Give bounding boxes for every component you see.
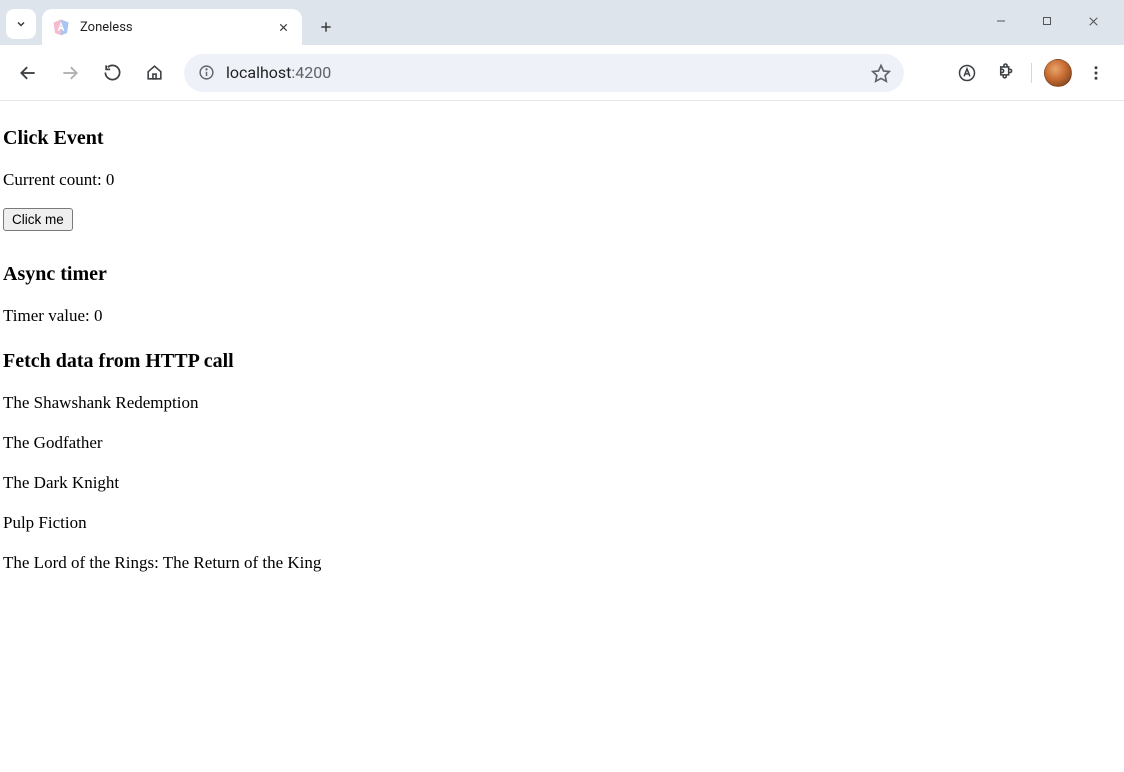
- toolbar-actions: [949, 55, 1114, 91]
- star-icon: [871, 63, 891, 83]
- count-prefix: Current count:: [3, 170, 106, 189]
- home-button[interactable]: [136, 55, 172, 91]
- bookmark-button[interactable]: [870, 62, 892, 84]
- window-maximize-button[interactable]: [1024, 5, 1070, 37]
- section-heading-click: Click Event: [3, 127, 1121, 150]
- url-host: localhost: [226, 63, 291, 82]
- new-tab-button[interactable]: [312, 13, 340, 41]
- chrome-menu-button[interactable]: [1078, 55, 1114, 91]
- info-icon: [198, 64, 215, 81]
- minimize-icon: [995, 15, 1007, 27]
- extension-icon: [996, 63, 1015, 82]
- current-count-text: Current count: 0: [3, 170, 1121, 190]
- reload-button[interactable]: [94, 55, 130, 91]
- timer-value: 0: [94, 306, 103, 325]
- kebab-icon: [1087, 64, 1105, 82]
- maximize-icon: [1041, 15, 1053, 27]
- reload-icon: [103, 63, 122, 82]
- close-icon: [278, 22, 289, 33]
- section-heading-fetch: Fetch data from HTTP call: [3, 350, 1121, 373]
- list-item: Pulp Fiction: [3, 513, 1121, 533]
- angular-favicon-icon: [52, 18, 70, 36]
- arrow-right-icon: [60, 63, 80, 83]
- toolbar-separator: [1031, 63, 1032, 83]
- count-value: 0: [106, 170, 115, 189]
- list-item: The Dark Knight: [3, 473, 1121, 493]
- window-controls: [978, 5, 1116, 37]
- extensions-button[interactable]: [987, 55, 1023, 91]
- site-info-button[interactable]: [196, 63, 216, 83]
- list-item: The Godfather: [3, 433, 1121, 453]
- search-tabs-button[interactable]: [6, 9, 36, 39]
- url-port: :4200: [291, 63, 331, 82]
- page-content: Click Event Current count: 0 Click me As…: [0, 101, 1124, 597]
- window-minimize-button[interactable]: [978, 5, 1024, 37]
- timer-prefix: Timer value:: [3, 306, 94, 325]
- list-item: The Shawshank Redemption: [3, 393, 1121, 413]
- avatar: [1044, 59, 1072, 87]
- tab-title: Zoneless: [80, 20, 274, 35]
- back-button[interactable]: [10, 55, 46, 91]
- profile-avatar-button[interactable]: [1040, 55, 1076, 91]
- browser-toolbar: localhost:4200: [0, 45, 1124, 101]
- timer-value-text: Timer value: 0: [3, 306, 1121, 326]
- address-bar[interactable]: localhost:4200: [184, 54, 904, 92]
- section-heading-timer: Async timer: [3, 263, 1121, 286]
- tab-strip: Zoneless: [0, 0, 1124, 45]
- forward-button[interactable]: [52, 55, 88, 91]
- click-me-button[interactable]: Click me: [3, 208, 73, 231]
- home-icon: [145, 63, 164, 82]
- browser-tab-active[interactable]: Zoneless: [42, 9, 302, 45]
- profile-indicator-button[interactable]: [949, 55, 985, 91]
- url-text: localhost:4200: [226, 63, 870, 82]
- arrow-left-icon: [18, 63, 38, 83]
- close-icon: [1087, 15, 1100, 28]
- chevron-down-icon: [15, 18, 27, 30]
- tab-close-button[interactable]: [274, 18, 292, 36]
- plus-icon: [319, 20, 333, 34]
- list-item: The Lord of the Rings: The Return of the…: [3, 553, 1121, 573]
- circle-a-icon: [957, 63, 977, 83]
- window-close-button[interactable]: [1070, 5, 1116, 37]
